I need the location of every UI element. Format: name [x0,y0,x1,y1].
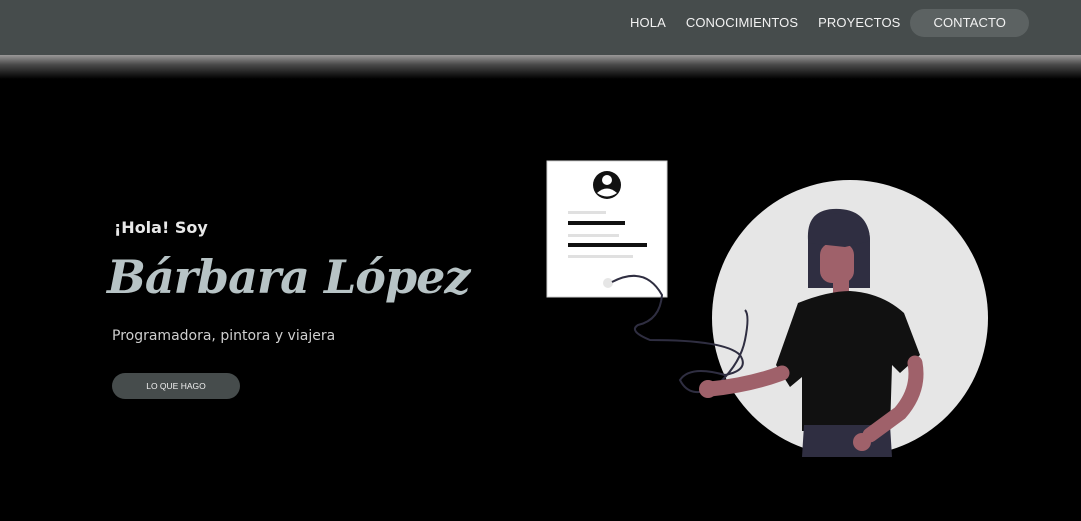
lo-que-hago-button[interactable]: LO QUE HAGO [112,373,240,399]
nav-link-hola[interactable]: HOLA [620,9,676,37]
user-avatar-icon [593,171,621,199]
top-navbar: HOLA CONOCIMIENTOS PROYECTOS CONTACTO [0,0,1081,55]
hero-illustration [546,160,988,457]
navbar-shadow [0,55,1081,79]
portfolio-page: HOLA CONOCIMIENTOS PROYECTOS CONTACTO ¡H… [0,0,1081,521]
nav-link-proyectos[interactable]: PROYECTOS [808,9,910,37]
nav-links: HOLA CONOCIMIENTOS PROYECTOS CONTACTO [620,9,1029,37]
hero-name: Bárbara López [107,250,471,304]
hero-subtitle: Programadora, pintora y viajera [112,328,336,344]
hero-greeting: ¡Hola! Soy [114,218,208,237]
resume-document [546,160,668,298]
nav-link-conocimientos[interactable]: CONOCIMIENTOS [676,9,808,37]
nav-link-contacto[interactable]: CONTACTO [910,9,1029,37]
